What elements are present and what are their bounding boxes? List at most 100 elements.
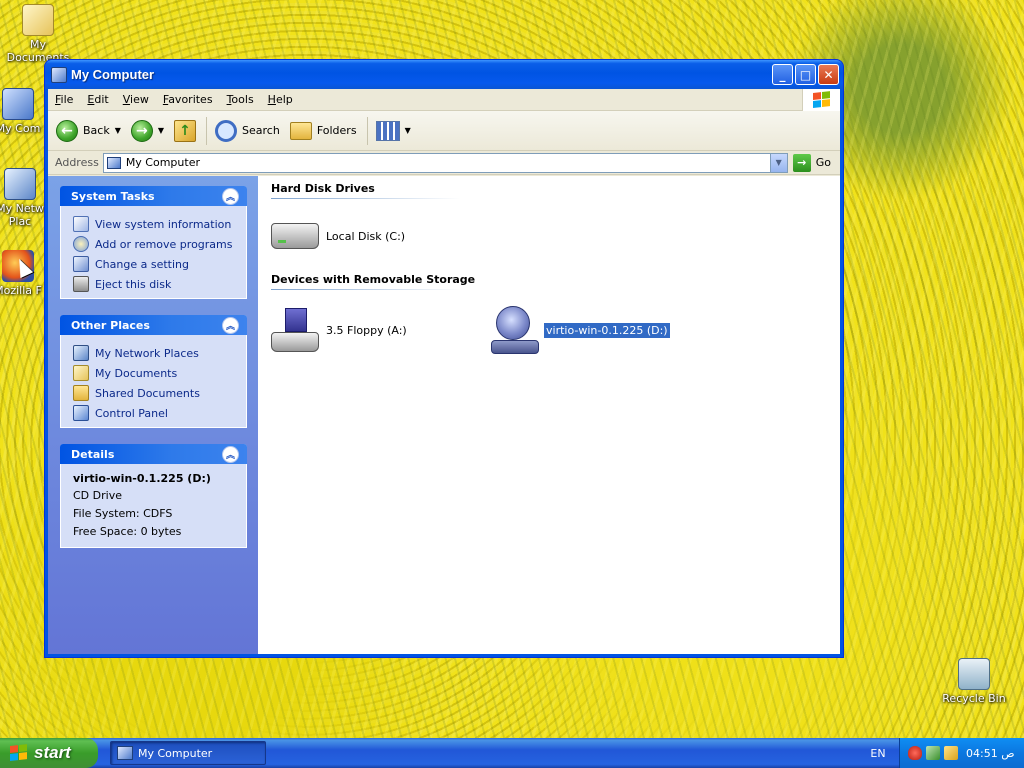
group-header-removable-storage: Devices with Removable Storage: [271, 273, 507, 290]
clock[interactable]: 04:51 ص: [966, 747, 1015, 760]
back-arrow-icon: ←: [56, 119, 78, 142]
eject-disk-link[interactable]: Eject this disk: [73, 274, 235, 294]
details-name: virtio-win-0.1.225 (D:): [73, 472, 211, 485]
close-button[interactable]: ✕: [818, 64, 839, 85]
back-label: Back: [83, 124, 110, 137]
search-button[interactable]: Search: [211, 118, 284, 144]
shared-folder-icon: [73, 385, 89, 401]
address-input[interactable]: My Computer ▼: [102, 152, 788, 173]
task-pane: System Tasks ︽ View system information A…: [48, 176, 258, 654]
chevron-down-icon[interactable]: ▼: [769, 153, 787, 172]
toolbar-separator: [206, 116, 208, 145]
language-indicator[interactable]: EN: [862, 738, 894, 768]
hard-disk-icon: [271, 223, 319, 249]
minimize-button[interactable]: _: [772, 64, 793, 85]
chevron-down-icon[interactable]: ▼: [405, 126, 411, 135]
floppy-drive-icon: [271, 308, 319, 352]
system-tasks-header[interactable]: System Tasks ︽: [60, 186, 247, 206]
drive-local-disk-c[interactable]: Local Disk (C:): [271, 223, 491, 249]
drive-label: virtio-win-0.1.225 (D:): [543, 321, 671, 339]
desktop-icon-my-documents[interactable]: My Documents: [0, 4, 76, 64]
network-places-icon: [4, 168, 36, 200]
window-title: My Computer: [71, 67, 155, 82]
folders-button[interactable]: Folders: [286, 120, 361, 142]
menu-file[interactable]: File: [48, 93, 80, 106]
my-computer-window: My Computer _ □ ✕ File Edit View Favorit…: [44, 59, 844, 658]
desktop-icon-label: Recycle Bin: [942, 692, 1006, 705]
add-remove-programs-icon: [73, 236, 89, 252]
views-icon: [375, 120, 400, 141]
view-system-information-link[interactable]: View system information: [73, 214, 235, 234]
details-header[interactable]: Details ︽: [60, 444, 247, 464]
menu-view[interactable]: View: [116, 93, 156, 106]
link-label: My Network Places: [95, 346, 199, 360]
forward-arrow-icon: →: [130, 119, 153, 142]
search-label: Search: [242, 124, 280, 137]
collapse-icon[interactable]: ︽: [222, 445, 239, 463]
drive-label: 3.5 Floppy (A:): [326, 323, 407, 337]
taskbar-item-my-computer[interactable]: My Computer: [110, 741, 266, 765]
drive-cd-d[interactable]: virtio-win-0.1.225 (D:): [491, 306, 711, 354]
system-tasks-panel: System Tasks ︽ View system information A…: [60, 186, 247, 299]
desktop-icon-label: My Com: [0, 122, 41, 135]
link-label: Control Panel: [95, 406, 168, 420]
my-documents-icon: [73, 365, 89, 381]
collapse-icon[interactable]: ︽: [222, 187, 239, 205]
menu-favorites[interactable]: Favorites: [156, 93, 220, 106]
drive-floppy-a[interactable]: 3.5 Floppy (A:): [271, 308, 491, 352]
collapse-icon[interactable]: ︽: [222, 316, 239, 334]
back-button[interactable]: ← Back ▼: [52, 118, 125, 144]
system-info-icon: [73, 216, 89, 232]
my-documents-icon: [22, 4, 54, 36]
menu-bar: File Edit View Favorites Tools Help: [48, 89, 840, 111]
toolbar: ← Back ▼ → ▼ ↑ Search Folders ▼: [48, 111, 840, 151]
control-panel-link[interactable]: Control Panel: [73, 403, 235, 423]
updates-icon[interactable]: [944, 746, 958, 760]
windows-logo-icon: [802, 89, 840, 111]
address-bar: Address My Computer ▼ → Go: [48, 151, 840, 175]
search-icon: [215, 119, 238, 142]
forward-button[interactable]: → ▼: [127, 118, 168, 144]
views-button[interactable]: ▼: [372, 119, 415, 143]
security-shield-icon[interactable]: [908, 746, 922, 760]
my-network-places-link[interactable]: My Network Places: [73, 343, 235, 363]
network-icon[interactable]: [926, 746, 940, 760]
menu-tools[interactable]: Tools: [220, 93, 261, 106]
up-button[interactable]: ↑: [170, 118, 200, 144]
desktop-icon-my-computer[interactable]: My Com: [0, 88, 48, 135]
recycle-bin-icon: [958, 658, 990, 690]
taskbar-item-label: My Computer: [138, 746, 213, 760]
cd-drive-icon: [491, 306, 539, 354]
settings-icon: [73, 256, 89, 272]
panel-title: System Tasks: [71, 189, 155, 203]
desktop-icon-recycle-bin[interactable]: Recycle Bin: [936, 658, 1012, 705]
go-button[interactable]: → Go: [792, 153, 837, 172]
start-button[interactable]: start: [0, 738, 98, 768]
chevron-down-icon[interactable]: ▼: [158, 126, 164, 135]
chevron-down-icon[interactable]: ▼: [115, 126, 121, 135]
my-computer-icon: [2, 88, 34, 120]
link-label: Add or remove programs: [95, 237, 233, 251]
other-places-header[interactable]: Other Places ︽: [60, 315, 247, 335]
shared-documents-link[interactable]: Shared Documents: [73, 383, 235, 403]
computer-icon: [106, 156, 121, 169]
eject-icon: [73, 276, 89, 292]
details-file-system: File System: CDFS: [73, 507, 173, 520]
folders-label: Folders: [316, 124, 357, 137]
link-label: Shared Documents: [95, 386, 200, 400]
menu-help[interactable]: Help: [261, 93, 300, 106]
title-bar[interactable]: My Computer _ □ ✕: [45, 60, 843, 89]
maximize-button[interactable]: □: [795, 64, 816, 85]
desktop-icon-network-places[interactable]: My Netw Plac: [0, 168, 46, 228]
add-remove-programs-link[interactable]: Add or remove programs: [73, 234, 235, 254]
toolbar-separator: [366, 116, 368, 145]
change-setting-link[interactable]: Change a setting: [73, 254, 235, 274]
menu-edit[interactable]: Edit: [80, 93, 115, 106]
computer-icon: [51, 66, 67, 83]
link-label: Change a setting: [95, 257, 189, 271]
panel-title: Details: [71, 447, 115, 461]
my-documents-link[interactable]: My Documents: [73, 363, 235, 383]
windows-logo-icon: [10, 744, 28, 762]
control-panel-icon: [73, 405, 89, 421]
link-label: My Documents: [95, 366, 178, 380]
